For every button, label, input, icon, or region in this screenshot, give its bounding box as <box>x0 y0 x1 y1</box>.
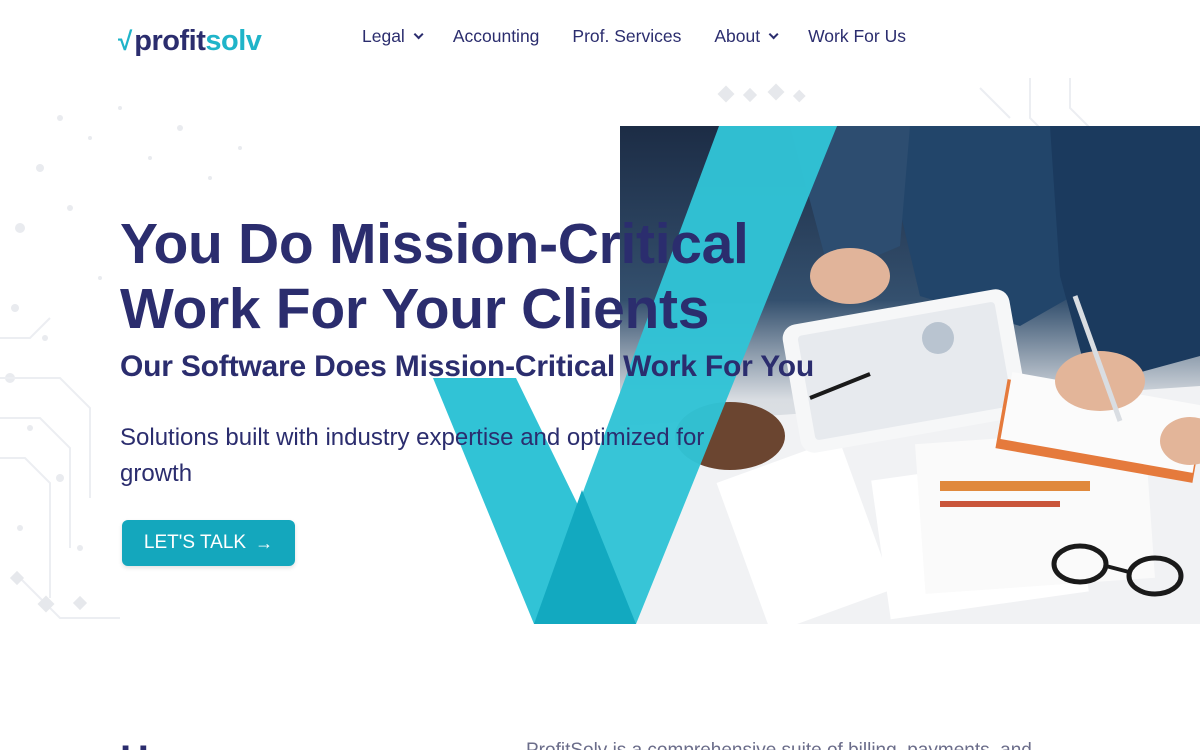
nav-item-about[interactable]: About <box>714 26 779 47</box>
hero-title-line-2: Work For Your Clients <box>120 277 710 341</box>
nav-label: Legal <box>362 26 405 46</box>
nav-label: Prof. Services <box>572 26 682 46</box>
intro-text: ProfitSolv is a comprehensive suite of b… <box>526 740 1032 750</box>
hero-title-line-1: You Do Mission-Critical <box>120 212 749 276</box>
nav-label: Work For Us <box>808 26 906 46</box>
chevron-down-icon <box>768 29 779 40</box>
nav-label: About <box>714 26 761 46</box>
arrow-right-icon: → <box>255 532 274 553</box>
intro-section: H ProfitSolv is a comprehensive suite of… <box>0 664 1200 750</box>
logo-text-solv: solv <box>205 25 262 57</box>
hero-subtitle: Our Software Does Mission-Critical Work … <box>120 350 815 383</box>
profitsolv-logo[interactable]: √ profit solv <box>118 20 262 57</box>
nav-item-prof-services[interactable]: Prof. Services <box>572 26 681 47</box>
site-header: √ profit solv Legal Accounting Prof. Ser… <box>0 0 1200 78</box>
nav-item-work-for-us[interactable]: Work For Us <box>808 26 906 47</box>
lets-talk-button[interactable]: LET'S TALK → <box>122 520 295 566</box>
hero-title: You Do Mission-Critical Work For Your Cl… <box>120 212 749 342</box>
hero-description: Solutions built with industry expertise … <box>120 424 705 487</box>
logo-text-profit: profit <box>134 25 206 57</box>
nav-item-legal[interactable]: Legal <box>362 26 424 47</box>
logo-check-mark: √ <box>118 26 133 56</box>
main-nav: Legal Accounting Prof. Services About Wo… <box>362 26 939 47</box>
chevron-down-icon <box>413 29 424 40</box>
cta-label: LET'S TALK <box>143 532 247 553</box>
nav-label: Accounting <box>452 26 540 46</box>
nav-item-accounting[interactable]: Accounting <box>453 26 540 47</box>
hero-section: You Do Mission-Critical Work For Your Cl… <box>0 78 1200 664</box>
intro-heading: H <box>120 738 149 750</box>
